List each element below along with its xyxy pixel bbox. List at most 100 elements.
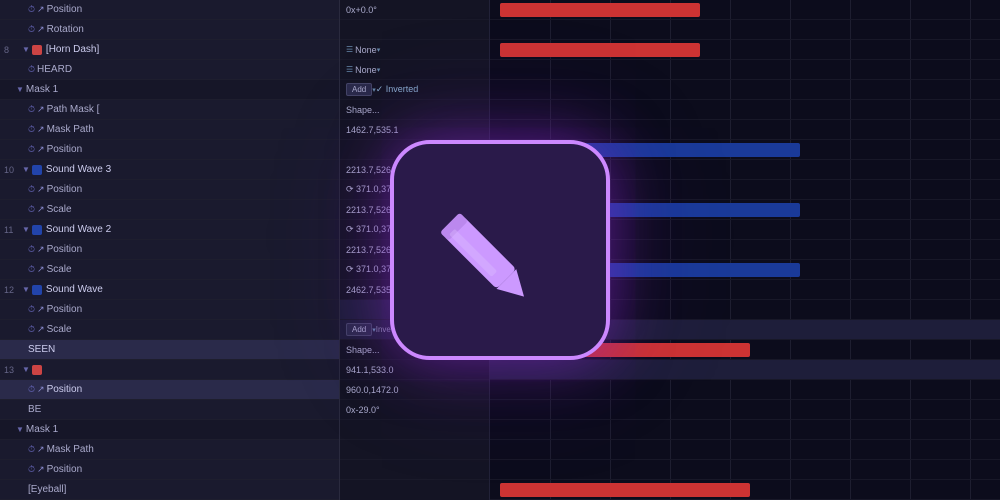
timeline-row [490, 380, 1000, 400]
layer-number: 10 [4, 165, 22, 175]
layer-row-seen[interactable]: SEEN [0, 340, 339, 360]
layer-label: Position [47, 304, 83, 315]
layer-number: 8 [4, 45, 22, 55]
layer-row[interactable]: ⏱ ↗ Position [0, 300, 339, 320]
path-mask-row[interactable]: ⏱ ↗ Path Mask [ [0, 100, 339, 120]
expand-arrow[interactable]: ▼ [22, 285, 30, 294]
inverted-label: ✓ Inverted [376, 84, 419, 95]
curve-icon: ↗ [37, 324, 45, 335]
layer-label: Mask Path [47, 444, 94, 455]
curve-icon: ↗ [37, 384, 45, 395]
layer-row[interactable]: [Eyeball] [0, 480, 339, 500]
clock-icon: ⏱ [28, 204, 35, 215]
dropdown-icon: ☰ [346, 65, 353, 74]
layer-row[interactable]: ⏱ ↗ Position [0, 240, 339, 260]
layer-label: Scale [47, 204, 72, 215]
layer-label: Sound Wave [46, 284, 103, 295]
layer-label: Position [47, 144, 83, 155]
layer-row[interactable]: BE [0, 400, 339, 420]
pen-svg-icon [435, 185, 565, 315]
layer-number: 13 [4, 365, 22, 375]
inverted-label: Inve [376, 325, 391, 334]
expand-arrow[interactable]: ▼ [22, 45, 30, 54]
clock-icon: ⏱ [28, 264, 35, 275]
layer-row[interactable]: ⏱ ↗ Position [0, 0, 339, 20]
add-button[interactable]: Add [346, 83, 372, 96]
expand-arrow[interactable]: ▼ [16, 425, 24, 434]
dropdown-arrow: ▾ [377, 66, 381, 74]
prop-row: 0x+0.0° [340, 0, 489, 20]
timeline-row [490, 80, 1000, 100]
layer-row[interactable]: ⏱ ↗ Position [0, 460, 339, 480]
layer-row-12[interactable]: 12 ▼ Sound Wave [0, 280, 339, 300]
clock-icon: ⏱ [28, 384, 35, 395]
layer-row-10[interactable]: 10 ▼ Sound Wave 3 [0, 160, 339, 180]
layer-row[interactable]: ⏱ ↗ Scale [0, 320, 339, 340]
timeline-bar [500, 43, 700, 57]
layer-row[interactable]: ⏱ ↗ Scale [0, 260, 339, 280]
timeline-row [490, 400, 1000, 420]
timeline-row [490, 40, 1000, 60]
curve-icon: ↗ [37, 24, 45, 35]
timeline-row [490, 360, 1000, 380]
prop-row: 960.0,1472.0 [340, 380, 489, 400]
mask-group-row[interactable]: ▼ Mask 1 [0, 420, 339, 440]
prop-row [340, 460, 489, 480]
timeline-row [490, 480, 1000, 500]
clock-icon: ⏱ [28, 24, 35, 35]
layer-label: [Eyeball] [28, 484, 66, 495]
prop-row[interactable]: Add ▾ ✓ Inverted [340, 80, 489, 100]
layer-row[interactable]: ⏱ ↗ Rotation [0, 20, 339, 40]
timeline-row [490, 100, 1000, 120]
curve-icon: ↗ [37, 464, 45, 475]
layer-row[interactable]: ⏱ HEARD [0, 60, 339, 80]
layer-color [32, 285, 42, 295]
layer-number: 11 [4, 225, 22, 235]
curve-icon: ↗ [37, 4, 45, 15]
prop-value: None [355, 65, 377, 75]
curve-icon: ↗ [37, 304, 45, 315]
app-icon [390, 140, 610, 360]
expand-arrow[interactable]: ▼ [16, 85, 24, 94]
clock-icon: ⏱ [28, 144, 35, 155]
prop-row: 941.1,533.0 [340, 360, 489, 380]
layer-row-8[interactable]: 8 ▼ [Horn Dash] [0, 40, 339, 60]
timeline-row [490, 0, 1000, 20]
expand-arrow[interactable]: ▼ [22, 365, 30, 374]
clock-icon: ⏱ [28, 124, 35, 135]
expand-arrow[interactable]: ▼ [22, 225, 30, 234]
mask-group-row[interactable]: ▼ Mask 1 [0, 80, 339, 100]
layer-row-11[interactable]: 11 ▼ Sound Wave 2 [0, 220, 339, 240]
curve-icon: ↗ [37, 104, 45, 115]
layer-row-13[interactable]: 13 ▼ [0, 360, 339, 380]
prop-row: 0x-29.0° [340, 400, 489, 420]
prop-value: 0x-29.0° [346, 405, 380, 415]
curve-icon: ↗ [37, 184, 45, 195]
layer-label: SEEN [28, 344, 55, 355]
layer-color [32, 225, 42, 235]
curve-icon: ↗ [37, 124, 45, 135]
prop-value: Shape... [346, 345, 380, 355]
layer-row[interactable]: ⏱ ↗ Scale [0, 200, 339, 220]
layer-row[interactable]: ⏱ ↗ Mask Path [0, 120, 339, 140]
prop-row: ☰ None ▾ [340, 60, 489, 80]
layer-label: Position [47, 464, 83, 475]
clock-icon: ⏱ [28, 104, 35, 115]
layer-row[interactable]: ⏱ ↗ Position [0, 180, 339, 200]
layer-label: Position [47, 184, 83, 195]
layer-label: BE [28, 404, 41, 415]
layer-number: 12 [4, 285, 22, 295]
expand-arrow[interactable]: ▼ [22, 165, 30, 174]
curve-icon: ↗ [37, 144, 45, 155]
layer-row[interactable]: ⏱ ↗ Position [0, 140, 339, 160]
layer-label: [Horn Dash] [46, 44, 99, 55]
timeline-row [490, 60, 1000, 80]
layer-row[interactable]: ⏱ ↗ Mask Path [0, 440, 339, 460]
add-button[interactable]: Add [346, 323, 372, 336]
dropdown-icon: ☰ [346, 45, 353, 54]
prop-row [340, 440, 489, 460]
dropdown-arrow: ▾ [377, 46, 381, 54]
layer-label: Scale [47, 264, 72, 275]
layer-row[interactable]: ⏱ ↗ Position [0, 380, 339, 400]
layer-label: Position [47, 4, 83, 15]
